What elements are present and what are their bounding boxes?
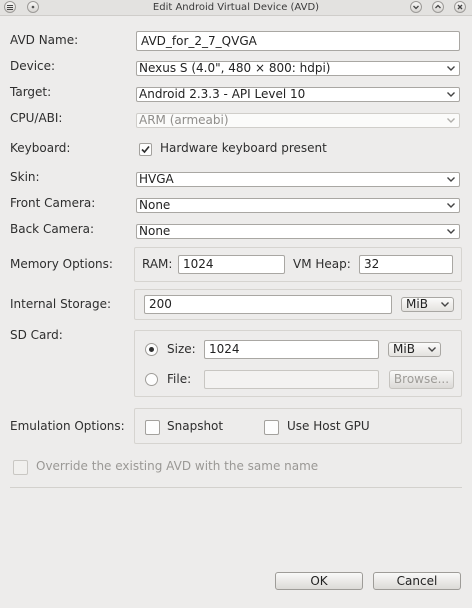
sd-size-radio[interactable] — [145, 343, 158, 356]
chevron-down-icon — [447, 229, 455, 234]
sd-size-input[interactable]: 1024 — [204, 340, 379, 359]
skin-label: Skin: — [10, 170, 40, 184]
separator — [10, 487, 462, 488]
override-checkbox — [13, 460, 28, 475]
avd-name-input[interactable]: AVD_for_2_7_QVGA — [136, 31, 460, 51]
snapshot-checkbox[interactable] — [145, 420, 160, 435]
vm-heap-label: VM Heap: — [293, 257, 351, 271]
back-camera-label: Back Camera: — [10, 222, 95, 236]
window-title: Edit Android Virtual Device (AVD) — [152, 2, 320, 13]
checkmark-icon — [141, 145, 150, 154]
avd-name-label: AVD Name: — [10, 33, 79, 47]
minimize-icon[interactable] — [410, 1, 422, 13]
ok-button[interactable]: OK — [275, 572, 363, 590]
memory-options-label: Memory Options: — [10, 257, 113, 271]
override-label: Override the existing AVD with the same … — [36, 459, 319, 473]
cpu-abi-select-value: ARM (armeabi) — [139, 113, 229, 127]
vm-heap-input[interactable]: 32 — [359, 255, 453, 274]
emulation-options-label: Emulation Options: — [10, 419, 125, 433]
chevron-down-icon — [447, 118, 455, 123]
internal-storage-unit-value: MiB — [406, 297, 428, 311]
chevron-down-icon — [447, 203, 455, 208]
browse-button: Browse... — [389, 370, 454, 389]
skin-select[interactable]: HVGA — [136, 172, 460, 187]
chevron-down-icon — [447, 66, 455, 71]
chevron-down-icon — [447, 177, 455, 182]
front-camera-select-value: None — [139, 198, 171, 212]
sd-size-unit-select[interactable]: MiB — [388, 342, 441, 357]
sd-size-label[interactable]: Size: — [167, 342, 196, 356]
chevron-down-icon — [447, 92, 455, 97]
back-camera-select-value: None — [139, 224, 171, 238]
sd-card-label: SD Card: — [10, 328, 63, 342]
sd-size-unit-value: MiB — [393, 342, 415, 356]
sd-file-radio[interactable] — [145, 373, 158, 386]
use-host-gpu-checkbox-label[interactable]: Use Host GPU — [287, 419, 370, 433]
device-label: Device: — [10, 59, 56, 73]
snapshot-checkbox-label[interactable]: Snapshot — [167, 419, 223, 433]
cancel-button[interactable]: Cancel — [373, 572, 461, 590]
internal-storage-unit-select[interactable]: MiB — [401, 297, 454, 312]
target-label: Target: — [10, 85, 52, 99]
front-camera-select[interactable]: None — [136, 198, 460, 213]
sd-file-label[interactable]: File: — [167, 372, 191, 386]
target-select[interactable]: Android 2.3.3 - API Level 10 — [136, 87, 460, 102]
internal-storage-label: Internal Storage: — [10, 297, 112, 311]
close-icon[interactable] — [454, 1, 466, 13]
cpu-abi-select: ARM (armeabi) — [136, 113, 460, 128]
target-select-value: Android 2.3.3 - API Level 10 — [139, 87, 306, 101]
ram-label: RAM: — [142, 257, 173, 271]
sd-file-input — [204, 370, 379, 389]
chevron-down-icon — [428, 347, 436, 352]
chevron-down-icon — [441, 302, 449, 307]
device-select-value: Nexus S (4.0", 480 × 800: hdpi) — [139, 61, 331, 75]
device-select[interactable]: Nexus S (4.0", 480 × 800: hdpi) — [136, 61, 460, 76]
front-camera-label: Front Camera: — [10, 196, 96, 210]
use-host-gpu-checkbox[interactable] — [264, 420, 279, 435]
cpu-abi-label: CPU/ABI: — [10, 111, 63, 125]
keyboard-label: Keyboard: — [10, 141, 71, 155]
hardware-keyboard-checkbox-label[interactable]: Hardware keyboard present — [160, 141, 327, 155]
internal-storage-input[interactable]: 200 — [144, 295, 392, 314]
skin-select-value: HVGA — [139, 172, 174, 186]
hardware-keyboard-checkbox[interactable] — [139, 143, 152, 156]
ram-input[interactable]: 1024 — [178, 255, 285, 274]
maximize-icon[interactable] — [432, 1, 444, 13]
back-camera-select[interactable]: None — [136, 224, 460, 239]
